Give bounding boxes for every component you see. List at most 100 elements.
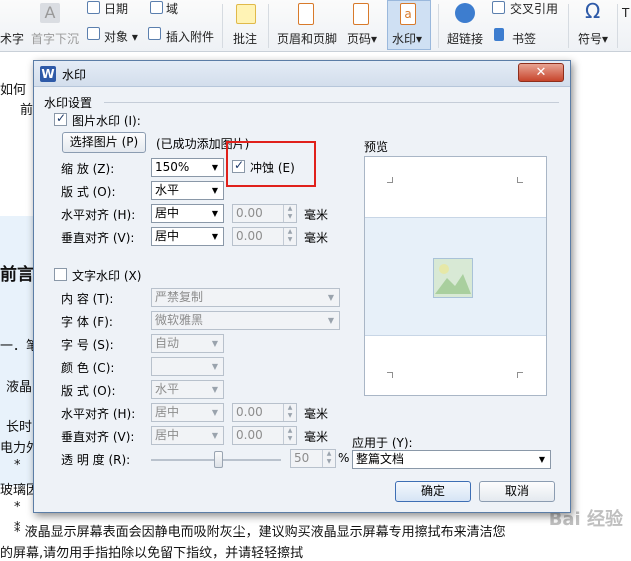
doc-line: * 液晶显示屏幕表面会因静电而吸附灰尘，建议购买液晶显示屏幕专用擦拭布来清洁您: [14, 525, 506, 540]
group-divider: [104, 102, 559, 103]
comment-icon: [236, 4, 256, 24]
color-select[interactable]: ▼: [151, 357, 224, 376]
field-icon: [150, 1, 163, 14]
apply-to-value: 整篇文档: [356, 452, 405, 466]
size-select[interactable]: 自动 ▼: [151, 334, 224, 353]
size-label: 字 号 (S):: [61, 338, 114, 352]
ribbon-field[interactable]: 域: [166, 0, 178, 17]
watermark-icon: a: [400, 3, 416, 25]
hyperlink-icon: [455, 3, 475, 23]
page-number-icon: [353, 3, 369, 25]
transparency-slider-thumb[interactable]: [214, 451, 223, 468]
scale-select[interactable]: 150% ▼: [151, 158, 224, 177]
text-halign-offset[interactable]: 0.00 ▲ ▼: [232, 403, 297, 422]
preview-watermark-area: [365, 217, 546, 336]
select-picture-button[interactable]: 选择图片 (P): [62, 132, 146, 153]
text-halign-value: 居中: [155, 405, 180, 419]
content-value: 严禁复制: [155, 290, 204, 304]
ribbon-watermark[interactable]: 水印▾: [392, 30, 422, 47]
image-placeholder-icon: [433, 258, 473, 298]
ribbon-divider: [268, 4, 269, 48]
text-valign-unit: 毫米: [304, 430, 329, 444]
drop-cap-icon: A: [40, 3, 60, 23]
picture-layout-value: 水平: [155, 183, 180, 197]
picture-valign-select[interactable]: 居中 ▼: [151, 227, 224, 246]
picture-valign-label: 垂直对齐 (V):: [61, 231, 135, 245]
doc-line: *: [14, 500, 21, 515]
ribbon-divider: [617, 4, 618, 48]
object-icon: [87, 27, 100, 40]
picture-valign-unit: 毫米: [304, 231, 329, 245]
text-layout-value: 水平: [155, 382, 180, 396]
text-valign-select[interactable]: 居中 ▼: [151, 426, 224, 445]
apply-to-select[interactable]: 整篇文档 ▼: [352, 450, 551, 469]
ribbon-divider: [568, 4, 569, 48]
spin-arrows-icon[interactable]: ▲ ▼: [283, 228, 296, 245]
ribbon-page-number[interactable]: 页码▾: [347, 30, 377, 47]
cancel-button[interactable]: 取消: [479, 481, 555, 502]
ribbon-divider: [438, 4, 439, 48]
picture-halign-select[interactable]: 居中 ▼: [151, 204, 224, 223]
dialog-title: 水印: [62, 68, 87, 82]
color-label: 颜 色 (C):: [61, 361, 115, 375]
doc-line: 前: [20, 103, 34, 118]
wps-logo-icon: W: [40, 66, 56, 82]
content-select[interactable]: 严禁复制 ▼: [151, 288, 340, 307]
doc-line: 如何: [0, 83, 27, 98]
ribbon-drop-cap[interactable]: 首字下沉: [31, 30, 79, 47]
close-icon: ✕: [535, 65, 547, 80]
ribbon-hyperlink[interactable]: 超链接: [447, 30, 483, 47]
text-valign-value: 居中: [155, 428, 180, 442]
ribbon-insert-attachment[interactable]: 插入附件: [166, 28, 214, 45]
ribbon-divider: [222, 4, 223, 48]
margin-corner-mark: [387, 372, 393, 378]
picture-layout-select[interactable]: 水平 ▼: [151, 181, 224, 200]
transparency-unit: %: [338, 451, 350, 465]
date-icon: [87, 1, 100, 14]
ribbon-wordart[interactable]: 术字: [0, 30, 24, 47]
text-valign-offset[interactable]: 0.00 ▲ ▼: [232, 426, 297, 445]
ribbon-header-footer[interactable]: 页眉和页脚: [277, 30, 337, 47]
header-footer-icon: [298, 3, 314, 25]
doc-line: 液晶: [6, 380, 33, 395]
ribbon-comment[interactable]: 批注: [233, 30, 257, 47]
ribbon-object[interactable]: 对象 ▾: [104, 28, 138, 45]
picture-valign-offset-value: 0.00: [236, 229, 263, 243]
doc-heading: 前言: [0, 265, 34, 285]
transparency-input[interactable]: 50 ▲ ▼: [290, 449, 336, 468]
preview-label: 预览: [364, 140, 389, 154]
close-button[interactable]: ✕: [518, 63, 564, 82]
text-watermark-checkbox[interactable]: [54, 268, 67, 281]
chevron-down-icon: ▼: [211, 232, 219, 241]
spin-arrows-icon[interactable]: ▲ ▼: [283, 205, 296, 222]
apply-to-label: 应用于 (Y):: [352, 436, 413, 450]
chevron-down-icon: ▼: [211, 186, 219, 195]
spin-arrows-icon[interactable]: ▲ ▼: [322, 450, 335, 467]
picture-layout-label: 版 式 (O):: [61, 185, 116, 199]
picture-halign-offset[interactable]: 0.00 ▲ ▼: [232, 204, 297, 223]
dialog-titlebar[interactable]: W 水印 ✕: [34, 61, 570, 87]
text-valign-offset-value: 0.00: [236, 428, 263, 442]
size-value: 自动: [155, 336, 180, 350]
ribbon-more-icon[interactable]: T: [622, 6, 629, 20]
ok-button[interactable]: 确定: [395, 481, 471, 502]
ribbon-cross-reference[interactable]: 交叉引用: [510, 0, 558, 17]
margin-corner-mark: [517, 372, 523, 378]
ribbon-date[interactable]: 日期: [104, 0, 128, 17]
transparency-value: 50: [294, 451, 310, 465]
text-halign-select[interactable]: 居中 ▼: [151, 403, 224, 422]
text-layout-select[interactable]: 水平 ▼: [151, 380, 224, 399]
cross-reference-icon: [492, 1, 505, 14]
margin-corner-mark: [387, 177, 393, 183]
font-value: 微软雅黑: [155, 313, 204, 327]
picture-halign-value: 居中: [155, 206, 180, 220]
picture-valign-offset[interactable]: 0.00 ▲ ▼: [232, 227, 297, 246]
ribbon-symbol[interactable]: 符号▾: [578, 30, 608, 47]
spin-arrows-icon[interactable]: ▲ ▼: [283, 427, 296, 444]
picture-watermark-checkbox[interactable]: [54, 111, 67, 126]
font-select[interactable]: 微软雅黑 ▼: [151, 311, 340, 330]
spin-arrows-icon[interactable]: ▲ ▼: [283, 404, 296, 421]
chevron-down-icon: ▼: [327, 293, 335, 302]
ribbon-bookmark[interactable]: 书签: [512, 30, 536, 47]
ribbon-toolbar: 术字 A 首字下沉 日期 域 对象 ▾ 插入附件 批注 页眉和页脚 页码▾ a …: [0, 0, 631, 52]
